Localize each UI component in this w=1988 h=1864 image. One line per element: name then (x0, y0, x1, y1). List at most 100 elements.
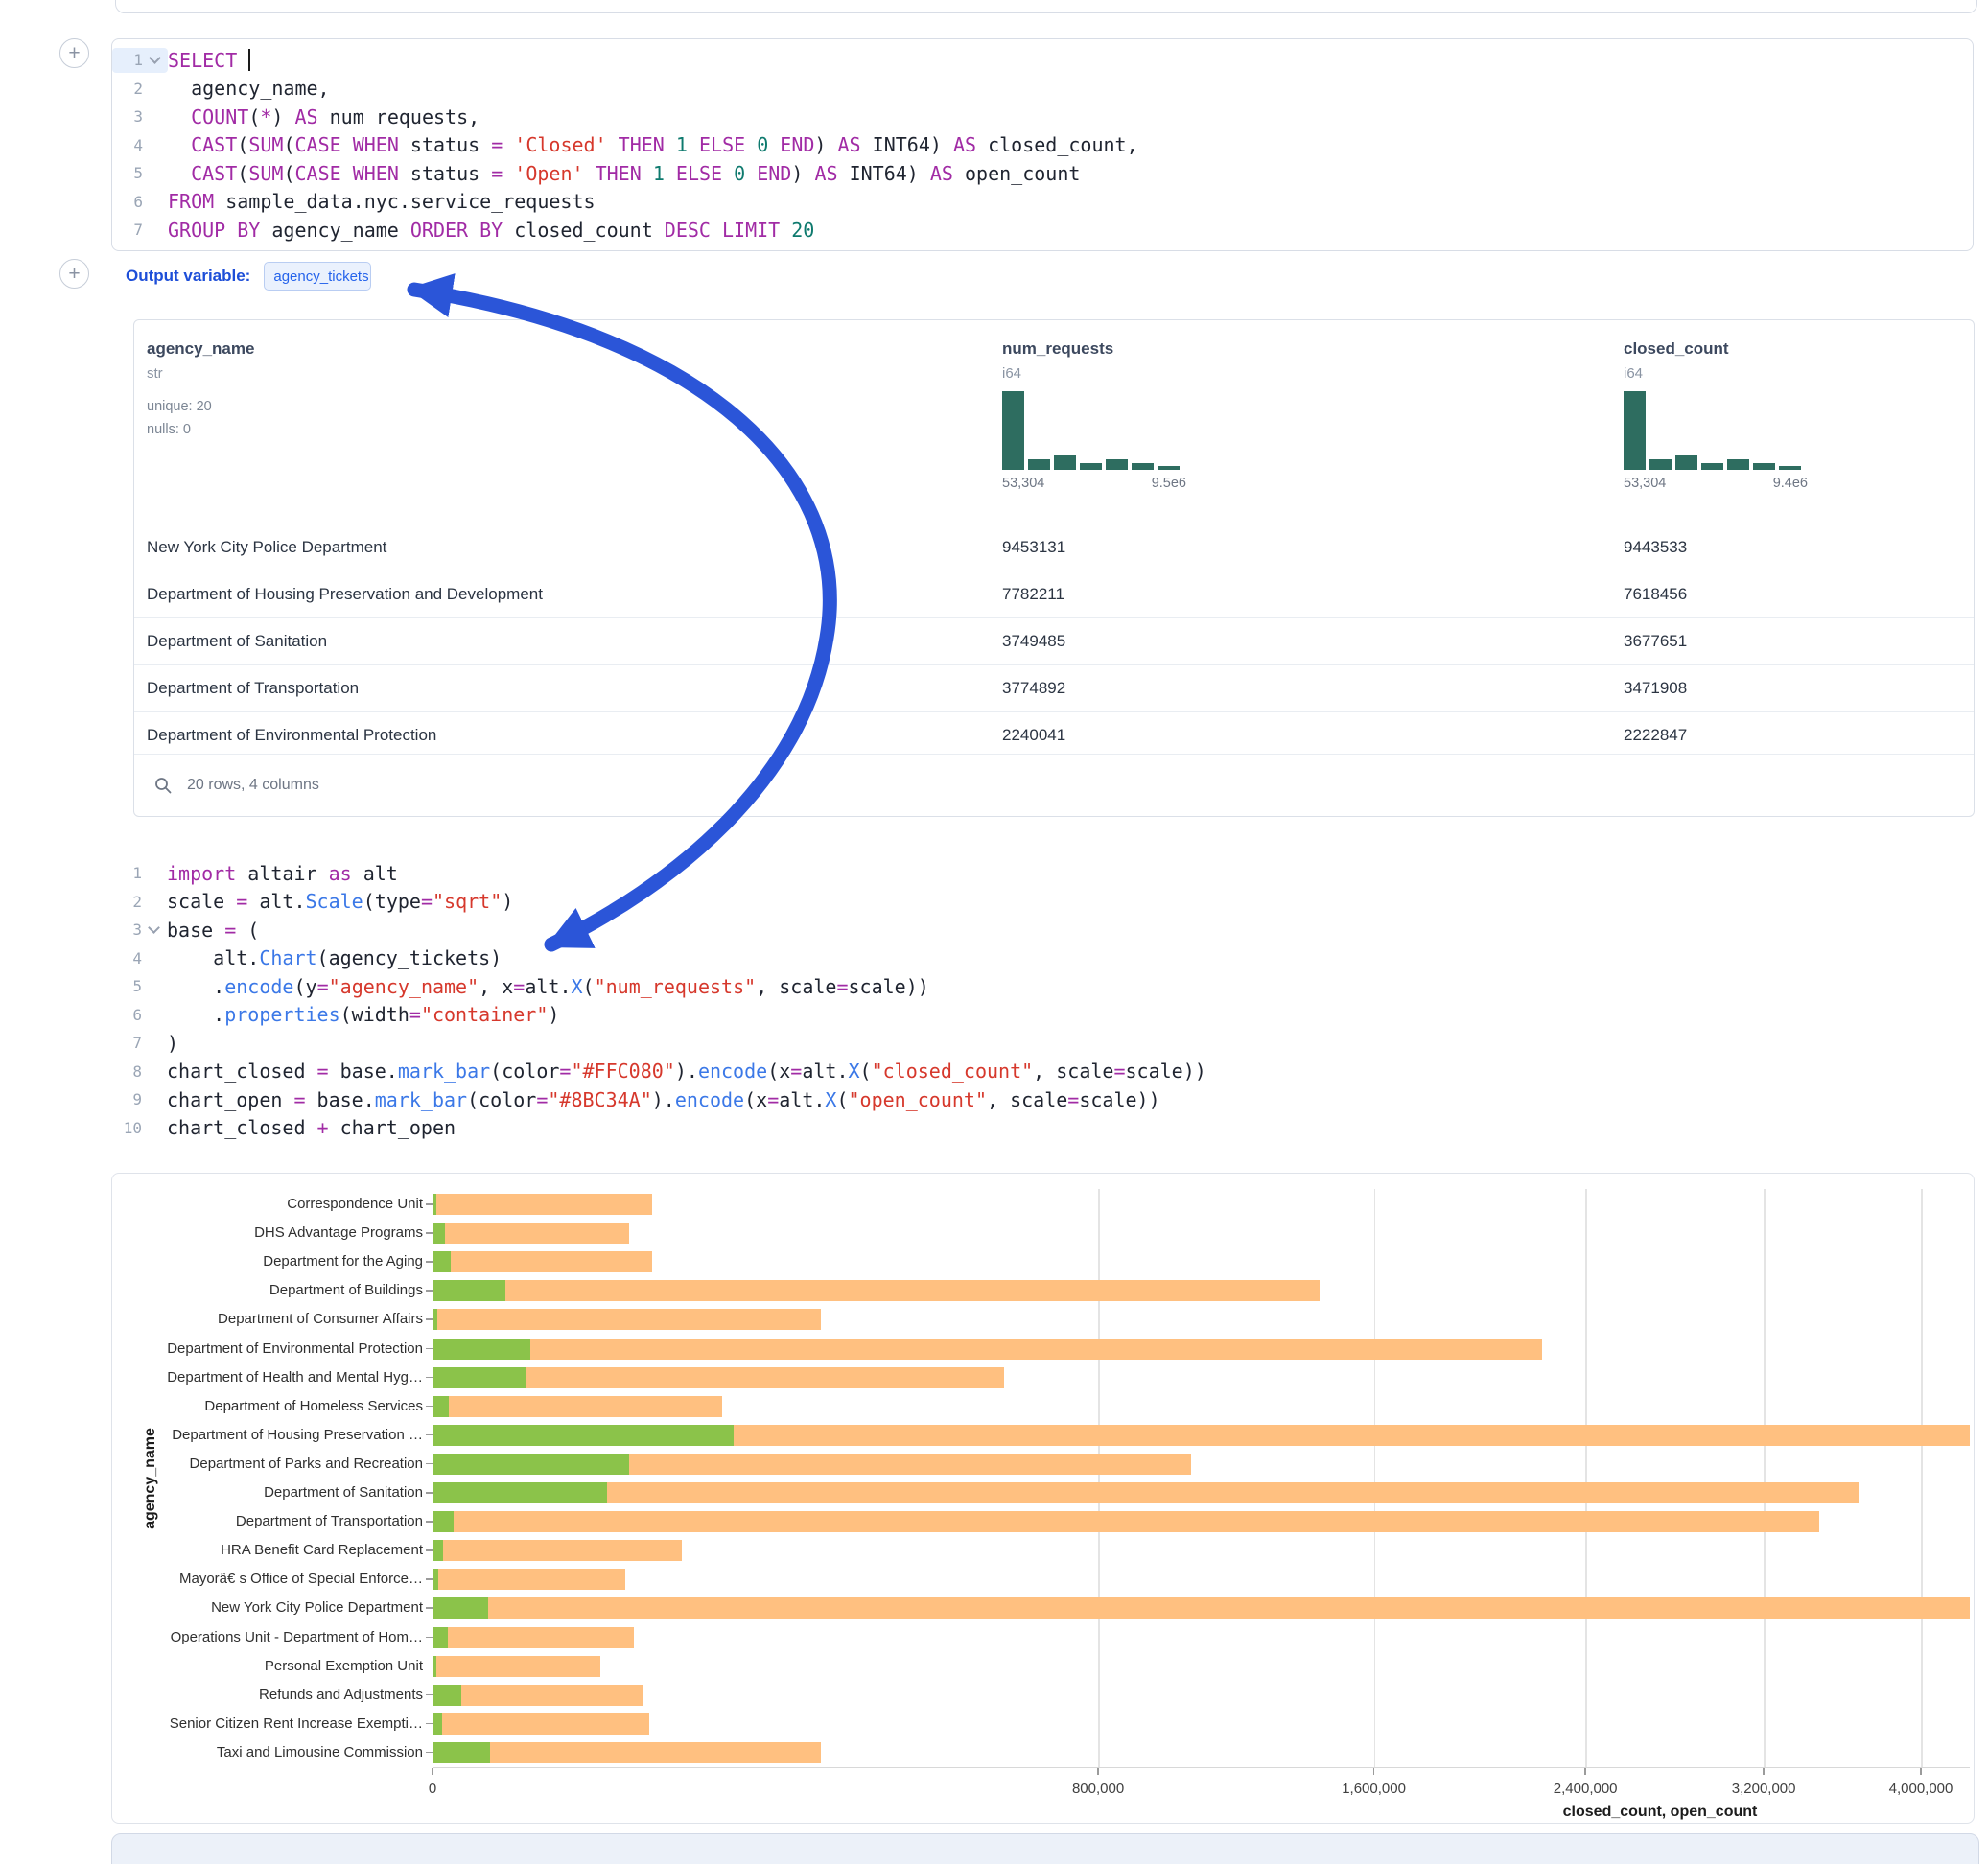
table-row: Department of Transportation377489234719… (134, 664, 1974, 711)
results-table: agency_name str unique: 20 nulls: 0 num_… (133, 319, 1975, 817)
y-axis-label: Department of Sanitation (112, 1484, 423, 1502)
chart-gridline (1585, 1189, 1587, 1767)
next-cell-edge[interactable] (111, 1833, 1979, 1864)
line-number: 6 (112, 189, 168, 214)
code-line[interactable]: 5 CAST(SUM(CASE WHEN status = 'Open' THE… (112, 159, 1973, 188)
line-number: 7 (111, 1031, 167, 1056)
line-number: 7 (112, 218, 168, 243)
histogram-bar (1649, 459, 1672, 470)
code-line[interactable]: 1SELECT (112, 46, 1973, 75)
bar-open (433, 1540, 443, 1561)
bar-open (433, 1742, 490, 1763)
histogram-range: 53,304 9.4e6 (1624, 476, 1808, 491)
code-line[interactable]: 3base = ( (111, 916, 1974, 944)
table-cell: New York City Police Department (147, 538, 386, 557)
table-row: Department of Sanitation37494853677651 (134, 617, 1974, 664)
table-cell: 7782211 (1002, 585, 1064, 604)
bar-closed (433, 1309, 821, 1330)
line-number: 4 (111, 945, 167, 970)
x-axis-tick (1763, 1768, 1765, 1775)
table-cell: Department of Housing Preservation and D… (147, 585, 543, 604)
code-line[interactable]: 9chart_open = base.mark_bar(color="#8BC3… (111, 1085, 1974, 1114)
code-line[interactable]: 5 .encode(y="agency_name", x=alt.X("num_… (111, 972, 1974, 1001)
x-axis-tick-label: 3,200,000 (1696, 1781, 1831, 1797)
table-footer: 20 rows, 4 columns (134, 754, 1974, 816)
y-axis-tick (426, 1637, 433, 1639)
bar-closed (433, 1713, 649, 1735)
fold-chevron-icon[interactable] (149, 52, 161, 64)
table-row: Department of Environmental Protection22… (134, 711, 1974, 758)
x-axis-tick-label: 1,600,000 (1307, 1781, 1441, 1797)
previous-cell-edge (115, 0, 1977, 13)
code-line[interactable]: 3 COUNT(*) AS num_requests, (112, 103, 1973, 131)
histogram-bar (1701, 463, 1723, 470)
notebook-page: + + 1SELECT 2 agency_name,3 COUNT(*) AS … (0, 0, 1988, 1864)
y-axis-tick (426, 1492, 433, 1494)
bar-closed (433, 1597, 1970, 1619)
code-line[interactable]: 10chart_closed + chart_open (111, 1114, 1974, 1143)
add-cell-button[interactable]: + (59, 259, 89, 289)
sql-code-editor[interactable]: 1SELECT 2 agency_name,3 COUNT(*) AS num_… (112, 46, 1973, 245)
code-line[interactable]: 2 agency_name, (112, 75, 1973, 104)
chart-plot-area[interactable] (433, 1189, 1970, 1768)
bar-open (433, 1223, 445, 1244)
histogram-bar (1054, 455, 1076, 470)
bar-closed (433, 1251, 652, 1272)
line-number: 10 (111, 1115, 167, 1140)
y-axis-label: Mayorâ€ s Office of Special Enforce… (112, 1571, 423, 1588)
code-line[interactable]: 2scale = alt.Scale(type="sqrt") (111, 888, 1974, 917)
bar-closed (433, 1339, 1542, 1360)
bar-open (433, 1627, 448, 1648)
y-axis-label: New York City Police Department (112, 1599, 423, 1617)
code-line[interactable]: 6 .properties(width="container") (111, 1001, 1974, 1030)
table-body: New York City Police Department945313194… (134, 524, 1974, 758)
y-axis-label: HRA Benefit Card Replacement (112, 1542, 423, 1559)
x-axis-tick-label: 800,000 (1031, 1781, 1165, 1797)
x-axis-tick-label: 0 (365, 1781, 500, 1797)
code-line[interactable]: 4 alt.Chart(agency_tickets) (111, 944, 1974, 973)
add-cell-button[interactable]: + (59, 38, 89, 68)
chart-x-axis-title: closed_count, open_count (1459, 1804, 1861, 1821)
bar-open (433, 1425, 734, 1446)
y-axis-tick (426, 1666, 433, 1667)
table-cell: 7618456 (1624, 585, 1687, 604)
bar-open (433, 1656, 436, 1677)
y-axis-tick (426, 1463, 433, 1465)
y-axis-label: Taxi and Limousine Commission (112, 1744, 423, 1761)
column-name[interactable]: num_requests (1002, 339, 1186, 359)
column-type: str (147, 365, 254, 382)
x-axis-tick (1920, 1768, 1922, 1775)
code-line[interactable]: 6FROM sample_data.nyc.service_requests (112, 188, 1973, 217)
line-number: 5 (111, 974, 167, 999)
search-icon[interactable] (153, 776, 173, 795)
code-line[interactable]: 7GROUP BY agency_name ORDER BY closed_co… (112, 216, 1973, 245)
python-cell: 1import altair as alt2scale = alt.Scale(… (111, 859, 1974, 1142)
y-axis-tick (426, 1549, 433, 1551)
python-code-editor[interactable]: 1import altair as alt2scale = alt.Scale(… (111, 859, 1974, 1142)
y-axis-tick (426, 1348, 433, 1350)
code-line[interactable]: 8chart_closed = base.mark_bar(color="#FF… (111, 1058, 1974, 1086)
code-line[interactable]: 1import altair as alt (111, 859, 1974, 888)
histogram-min: 53,304 (1624, 476, 1666, 491)
x-axis-tick-label: 2,400,000 (1518, 1781, 1652, 1797)
bar-open (433, 1396, 449, 1417)
code-line[interactable]: 7) (111, 1029, 1974, 1058)
column-name[interactable]: closed_count (1624, 339, 1808, 359)
bar-open (433, 1367, 526, 1388)
code-line[interactable]: 4 CAST(SUM(CASE WHEN status = 'Closed' T… (112, 131, 1973, 160)
bar-closed (433, 1223, 629, 1244)
y-axis-tick (426, 1578, 433, 1580)
bar-closed (433, 1280, 1320, 1301)
column-name[interactable]: agency_name (147, 339, 254, 359)
histogram-bar (1675, 455, 1697, 470)
fold-chevron-icon[interactable] (148, 921, 160, 934)
output-variable-chip[interactable]: agency_tickets (264, 262, 371, 291)
table-cell: 3749485 (1002, 632, 1065, 651)
y-axis-label: Department of Transportation (112, 1513, 423, 1530)
line-number: 1 (111, 861, 167, 886)
y-axis-tick (426, 1318, 433, 1320)
bar-closed (433, 1685, 643, 1706)
bar-open (433, 1569, 438, 1590)
text-cursor (248, 49, 250, 71)
x-axis-tick (1584, 1768, 1586, 1775)
